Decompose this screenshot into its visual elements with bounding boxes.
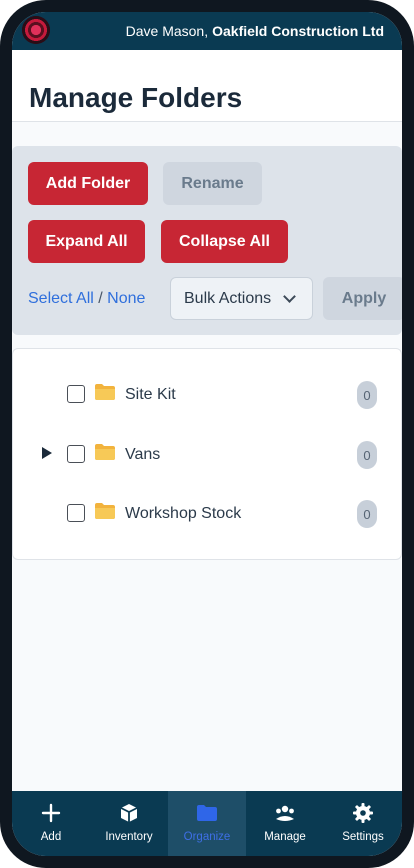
nav-label: Inventory (105, 831, 153, 843)
bulk-actions-value: Bulk Actions (184, 289, 272, 307)
page-title: Manage Folders (29, 82, 243, 113)
selection-separator: / (98, 290, 103, 307)
add-folder-button[interactable]: Add Folder (28, 162, 148, 205)
nav-organize[interactable]: Organize (168, 791, 246, 856)
nav-inventory[interactable]: Inventory (90, 791, 168, 856)
chevron-down-icon (283, 290, 296, 303)
company-logo (22, 16, 50, 44)
folder-row[interactable]: Vans 0 (13, 435, 402, 475)
select-all-link[interactable]: Select All (28, 290, 94, 307)
folder-toolbar: Add Folder Rename Expand All Collapse Al… (12, 146, 402, 335)
folder-checkbox[interactable] (67, 504, 85, 522)
folder-tree: Site Kit 0 Vans 0 Workshop Stock 0 (12, 348, 402, 560)
rename-button[interactable]: Rename (163, 162, 262, 205)
nav-add[interactable]: Add (12, 791, 90, 856)
nav-settings[interactable]: Settings (324, 791, 402, 856)
nav-label: Manage (264, 831, 306, 843)
folder-name: Workshop Stock (125, 505, 242, 522)
item-count-badge: 0 (357, 500, 377, 528)
collapse-all-button[interactable]: Collapse All (161, 220, 288, 263)
nav-label: Add (40, 831, 62, 843)
folder-checkbox[interactable] (67, 445, 85, 463)
user-name: Dave Mason, (125, 23, 209, 39)
nav-manage[interactable]: Manage (246, 791, 324, 856)
nav-label: Settings (342, 831, 384, 843)
bulk-actions-select[interactable]: Bulk Actions (170, 277, 313, 320)
folder-icon (95, 444, 115, 460)
folder-icon (197, 805, 217, 821)
folder-checkbox[interactable] (67, 385, 85, 403)
select-none-link[interactable]: None (107, 290, 145, 307)
box-icon (120, 804, 138, 822)
bottom-nav: Add Inventory Organize Manage Settings (12, 791, 402, 856)
app-screen: Dave Mason, Oakfield Construction Ltd Ma… (12, 12, 402, 856)
folder-name: Site Kit (125, 386, 176, 403)
folder-icon (95, 384, 115, 400)
plus-icon (41, 803, 61, 823)
folder-icon (95, 503, 115, 519)
nav-label: Organize (183, 831, 231, 843)
people-icon (276, 805, 294, 821)
apply-button[interactable]: Apply (323, 277, 402, 320)
expand-arrow-icon[interactable] (42, 447, 52, 459)
item-count-badge: 0 (357, 381, 377, 409)
device-frame: Dave Mason, Oakfield Construction Ltd Ma… (0, 0, 414, 868)
app-header: Dave Mason, Oakfield Construction Ltd (12, 12, 402, 50)
folder-row[interactable]: Site Kit 0 (13, 375, 402, 415)
gear-icon (353, 803, 373, 823)
selection-links: Select All / None (28, 290, 145, 308)
title-area: Manage Folders (12, 50, 402, 122)
expand-all-button[interactable]: Expand All (28, 220, 145, 263)
item-count-badge: 0 (357, 441, 377, 469)
folder-row[interactable]: Workshop Stock 0 (13, 494, 402, 534)
company-name: Oakfield Construction Ltd (212, 23, 384, 39)
folder-name: Vans (125, 446, 161, 463)
